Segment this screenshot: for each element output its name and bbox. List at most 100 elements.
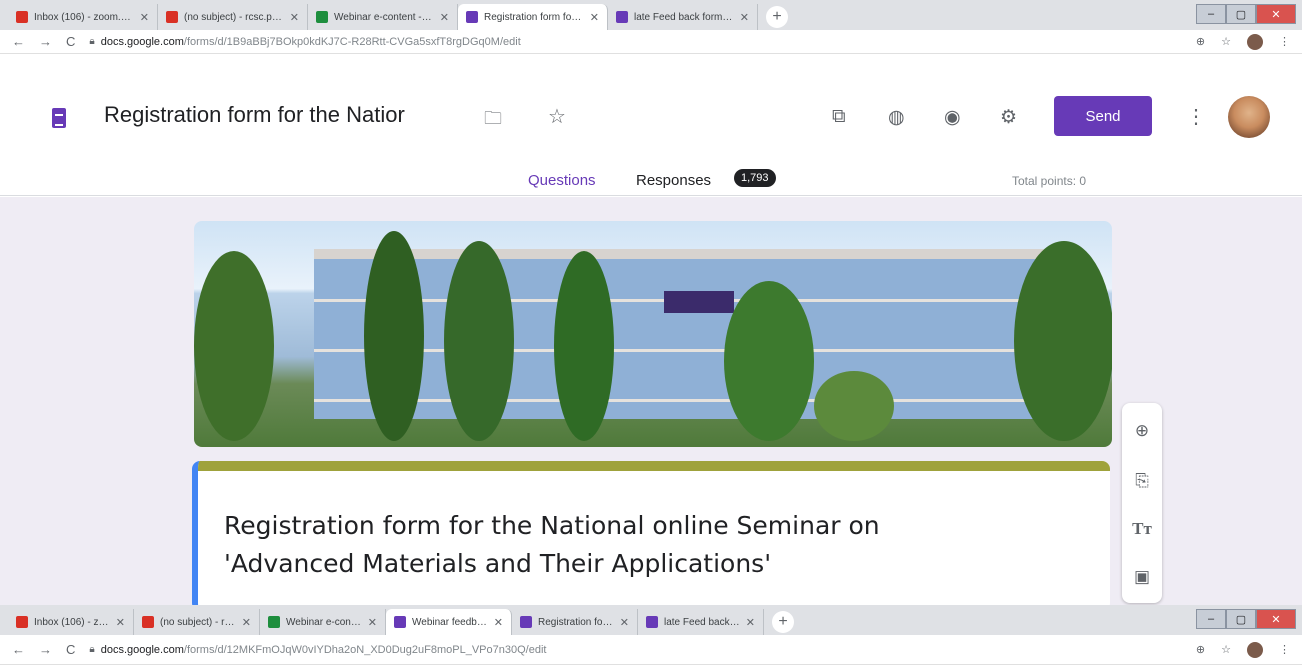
bottom-browser-tab[interactable]: (no subject) - rcsc.phys ✕ (134, 609, 260, 635)
gmail-icon (166, 11, 178, 23)
bookmark-star-icon[interactable]: ☆ (1221, 35, 1231, 48)
building-illustration (314, 249, 1074, 419)
window-controls: – ▢ ✕ (1196, 609, 1296, 631)
gmail-icon (16, 11, 28, 23)
lock-icon: 🔒︎ (89, 36, 95, 47)
header-image (194, 221, 1112, 447)
url-field[interactable]: docs.google.com/forms/d/12MKFmOJqW0vIYDh… (101, 644, 547, 656)
bookmark-star-icon[interactable]: ☆ (1221, 643, 1231, 656)
star-icon[interactable]: ☆ (548, 104, 566, 129)
tab-close-icon[interactable]: ✕ (620, 616, 629, 629)
bottom-browser-tab[interactable]: Webinar feedback - Go ✕ (386, 609, 512, 635)
form-title-card[interactable]: Registration form for the National onlin… (192, 461, 1110, 611)
url-field[interactable]: docs.google.com/forms/d/1B9aBBj7BOkp0kdK… (101, 36, 521, 48)
profile-avatar[interactable] (1247, 641, 1263, 658)
tab-title: Registration form for the Natio (484, 11, 584, 23)
forms-icon (646, 616, 658, 628)
tab-close-icon[interactable]: ✕ (290, 11, 299, 24)
bottom-browser-tab[interactable]: late Feed back form 19 ✕ (638, 609, 764, 635)
add-question-icon[interactable]: ⊕ (1132, 421, 1152, 441)
back-icon[interactable]: ← (12, 34, 25, 49)
import-questions-icon[interactable]: ⎘ (1132, 471, 1152, 491)
new-tab-button[interactable]: + (766, 6, 788, 28)
drive-icon (268, 616, 280, 628)
card-accent-bar (198, 461, 1110, 471)
reload-icon[interactable]: C (66, 642, 75, 657)
menu-kebab-icon[interactable]: ⋮ (1279, 643, 1290, 656)
palette-icon[interactable]: ◍ (888, 106, 905, 129)
reload-icon[interactable]: C (66, 34, 75, 49)
addon-puzzle-icon[interactable]: ⧉ (832, 106, 846, 128)
new-tab-button[interactable]: + (772, 611, 794, 633)
tab-title: Webinar feedback - Go (412, 616, 488, 628)
zoom-icon[interactable]: ⊕ (1196, 643, 1205, 656)
total-points: Total points: 0 (1012, 174, 1087, 188)
minimize-button[interactable]: – (1196, 609, 1226, 629)
tab-title: Webinar e-content - Google D (334, 11, 434, 23)
top-browser-tab[interactable]: Registration form for the Natio ✕ (458, 4, 608, 30)
forms-icon (394, 616, 406, 628)
top-address-bar: ← → C 🔒︎ docs.google.com/forms/d/1B9aBBj… (0, 30, 1302, 54)
floating-toolbar: ⊕ ⎘ Tт ▣ (1122, 403, 1162, 603)
drive-icon (316, 11, 328, 23)
menu-kebab-icon[interactable]: ⋮ (1279, 35, 1290, 48)
maximize-button[interactable]: ▢ (1226, 609, 1256, 629)
bottom-address-bar: ← → C 🔒︎ docs.google.com/forms/d/12MKFmO… (0, 635, 1302, 665)
tab-title: (no subject) - rcsc.physics@gm (184, 11, 284, 23)
zoom-icon[interactable]: ⊕ (1196, 35, 1205, 48)
tab-close-icon[interactable]: ✕ (368, 616, 377, 629)
window-controls: – ▢ ✕ (1196, 4, 1296, 26)
tab-title: Registration form for th (538, 616, 614, 628)
tab-close-icon[interactable]: ✕ (242, 616, 251, 629)
tab-close-icon[interactable]: ✕ (746, 616, 755, 629)
top-browser-tab[interactable]: (no subject) - rcsc.physics@gm ✕ (158, 4, 308, 30)
bottom-tab-strip: Inbox (106) - zoom.wvk✕(no subject) - rc… (0, 605, 1302, 635)
top-browser-tab[interactable]: Webinar e-content - Google D ✕ (308, 4, 458, 30)
tab-title: Inbox (106) - zoom.wvk (34, 616, 110, 628)
gmail-icon (142, 616, 154, 628)
form-title[interactable]: Registration form for the National onlin… (224, 507, 1084, 583)
tab-title: late Feed back form 19.6.2020 (634, 11, 734, 23)
close-window-button[interactable]: ✕ (1256, 609, 1296, 629)
add-image-icon[interactable]: ▣ (1132, 567, 1152, 587)
user-avatar[interactable] (1228, 96, 1270, 138)
forward-icon[interactable]: → (39, 642, 52, 657)
tab-close-icon[interactable]: ✕ (440, 11, 449, 24)
tab-title: (no subject) - rcsc.phys (160, 616, 236, 628)
preview-eye-icon[interactable]: ◉ (944, 106, 961, 129)
tab-close-icon[interactable]: ✕ (740, 11, 749, 24)
forms-header: Registration form for the Natior 🗀︎ ☆ ⧉ … (0, 56, 1302, 207)
minimize-button[interactable]: – (1196, 4, 1226, 24)
folder-icon[interactable]: 🗀︎ (484, 106, 502, 136)
forms-icon (616, 11, 628, 23)
forward-icon[interactable]: → (39, 34, 52, 49)
send-button[interactable]: Send (1054, 96, 1152, 136)
forms-logo-icon[interactable] (52, 108, 66, 128)
responses-count-badge: 1,793 (734, 169, 776, 187)
tab-close-icon[interactable]: ✕ (590, 11, 599, 24)
bottom-browser-tab[interactable]: Inbox (106) - zoom.wvk ✕ (8, 609, 134, 635)
tab-responses[interactable]: Responses (636, 172, 711, 189)
second-browser-window: Inbox (106) - zoom.wvk✕(no subject) - rc… (0, 605, 1302, 665)
bottom-browser-tab[interactable]: Registration form for th ✕ (512, 609, 638, 635)
top-browser-tab[interactable]: late Feed back form 19.6.2020 ✕ (608, 4, 758, 30)
lock-icon: 🔒︎ (89, 644, 95, 655)
profile-avatar[interactable] (1247, 33, 1263, 50)
tab-close-icon[interactable]: ✕ (494, 616, 503, 629)
tab-close-icon[interactable]: ✕ (116, 616, 125, 629)
maximize-button[interactable]: ▢ (1226, 4, 1256, 24)
settings-gear-icon[interactable]: ⚙ (1000, 106, 1017, 129)
document-title[interactable]: Registration form for the Natior (104, 102, 405, 128)
tab-title: late Feed back form 19 (664, 616, 740, 628)
form-canvas: Registration form for the National onlin… (0, 197, 1302, 611)
top-browser-tab[interactable]: Inbox (106) - zoom.wvk89@gm ✕ (8, 4, 158, 30)
back-icon[interactable]: ← (12, 642, 25, 657)
add-title-icon[interactable]: Tт (1132, 519, 1152, 539)
bottom-browser-tab[interactable]: Webinar e-content - Go ✕ (260, 609, 386, 635)
close-window-button[interactable]: ✕ (1256, 4, 1296, 24)
gmail-icon (16, 616, 28, 628)
tab-close-icon[interactable]: ✕ (140, 11, 149, 24)
more-options-icon[interactable]: ⋮ (1186, 104, 1206, 129)
tab-title: Inbox (106) - zoom.wvk89@gm (34, 11, 134, 23)
forms-icon (466, 11, 478, 23)
